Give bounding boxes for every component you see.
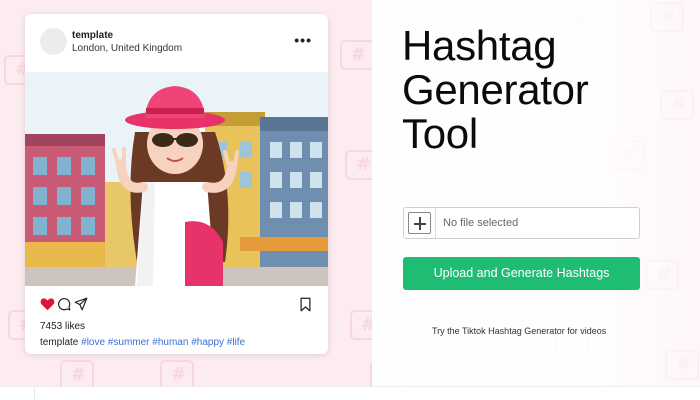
post-caption: template #love #summer #human #happy #li… — [40, 337, 245, 348]
upload-generate-button[interactable]: Upload and Generate Hashtags — [403, 257, 640, 290]
add-file-icon[interactable] — [408, 212, 431, 234]
file-upload-input[interactable]: No file selected — [403, 207, 640, 239]
heart-icon[interactable] — [40, 297, 55, 311]
post-location: London, United Kingdom — [72, 43, 183, 54]
more-dots-icon[interactable]: ••• — [294, 32, 312, 48]
title-line-2: Generator — [402, 66, 589, 113]
post-actions — [40, 297, 315, 313]
tiktok-generator-link[interactable]: Try the Tiktok Hashtag Generator for vid… — [432, 326, 606, 336]
post-image — [25, 72, 328, 286]
post-preview-card: template London, United Kingdom ••• 7453… — [25, 14, 328, 354]
page-title: Hashtag Generator Tool — [402, 22, 589, 157]
file-input-divider — [435, 208, 436, 238]
share-icon[interactable] — [74, 297, 88, 311]
title-line-1: Hashtag — [402, 22, 557, 69]
bottom-divider — [34, 387, 35, 400]
avatar — [40, 28, 67, 55]
file-placeholder: No file selected — [443, 217, 519, 229]
comment-icon[interactable] — [57, 297, 71, 311]
caption-username: template — [40, 337, 79, 348]
title-line-3: Tool — [402, 110, 478, 157]
bookmark-icon[interactable] — [299, 297, 312, 312]
bottom-bar — [0, 386, 700, 400]
caption-hashtags[interactable]: #love #summer #human #happy #life — [81, 337, 245, 348]
post-header: template London, United Kingdom ••• — [25, 14, 328, 72]
likes-count: 7453 likes — [40, 321, 86, 332]
post-username: template — [72, 30, 114, 41]
